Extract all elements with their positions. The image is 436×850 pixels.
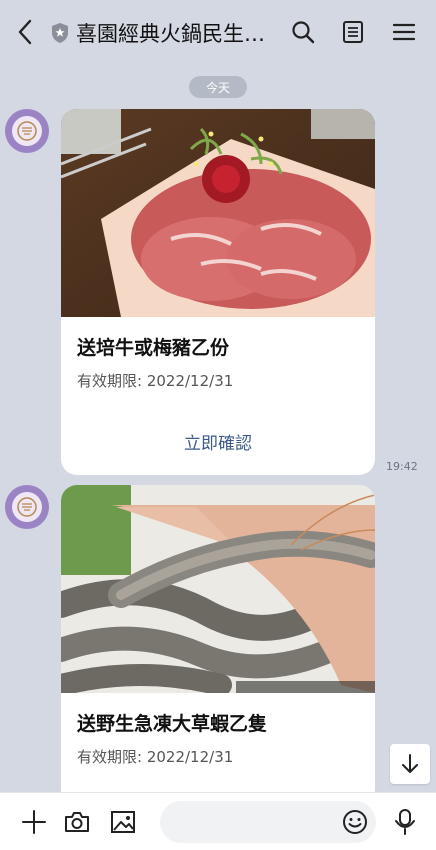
coupon-image-shrimp[interactable] xyxy=(61,485,375,693)
back-button[interactable] xyxy=(10,16,40,48)
arrow-down-icon xyxy=(402,754,418,773)
menu-button[interactable] xyxy=(389,17,419,47)
coupon-title: 送培牛或梅豬乙份 xyxy=(77,337,230,359)
microphone-icon xyxy=(395,809,415,835)
chat-title-area[interactable]: 喜園經典火鍋民生… xyxy=(50,18,270,48)
menu-icon xyxy=(393,23,415,41)
avatar-logo-icon xyxy=(12,492,42,522)
coupon-image-beef[interactable] xyxy=(61,109,375,317)
voice-button[interactable] xyxy=(390,807,420,837)
chat-header: 喜園經典火鍋民生… xyxy=(0,0,436,64)
smiley-icon xyxy=(343,810,367,834)
shield-icon xyxy=(52,23,68,43)
confirm-button[interactable]: 立即確認 xyxy=(61,429,375,454)
coupon-card[interactable]: 送野生急凍大草蝦乙隻 有效期限: 2022/12/31 xyxy=(61,485,375,805)
search-icon xyxy=(292,21,315,44)
scroll-to-bottom-button[interactable] xyxy=(390,744,430,784)
avatar-logo-icon xyxy=(12,116,42,146)
avatar[interactable] xyxy=(5,485,49,529)
coupon-title: 送野生急凍大草蝦乙隻 xyxy=(77,713,268,735)
input-bar xyxy=(0,792,436,850)
notes-icon xyxy=(343,21,363,43)
image-icon xyxy=(111,811,135,833)
coupon-card[interactable]: 送培牛或梅豬乙份 有效期限: 2022/12/31 立即確認 xyxy=(61,109,375,475)
emoji-button[interactable] xyxy=(340,807,370,837)
date-separator: 今天 xyxy=(189,76,247,98)
message-timestamp: 19:42 xyxy=(386,460,418,473)
chat-title: 喜園經典火鍋民生… xyxy=(76,22,265,46)
camera-button[interactable] xyxy=(62,807,92,837)
back-icon xyxy=(18,19,32,45)
search-button[interactable] xyxy=(288,17,318,47)
coupon-validity: 有效期限: 2022/12/31 xyxy=(77,372,234,390)
avatar[interactable] xyxy=(5,109,49,153)
notes-button[interactable] xyxy=(338,17,368,47)
plus-icon xyxy=(22,810,46,834)
gallery-button[interactable] xyxy=(108,807,138,837)
add-button[interactable] xyxy=(19,807,49,837)
camera-icon xyxy=(65,812,89,832)
coupon-validity: 有效期限: 2022/12/31 xyxy=(77,748,234,766)
